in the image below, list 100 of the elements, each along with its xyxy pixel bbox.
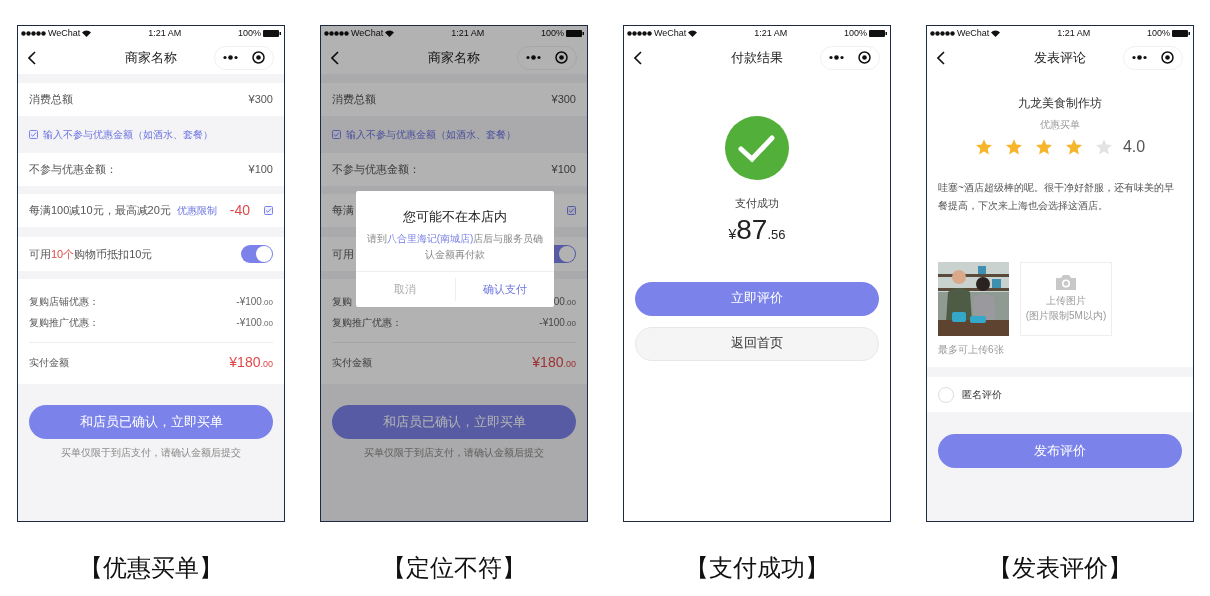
confirm-button[interactable]: 确认支付 — [455, 271, 554, 307]
back-icon[interactable] — [937, 50, 945, 65]
upload-label: 上传图片 — [1046, 294, 1086, 308]
row-value: ¥100 — [248, 162, 273, 178]
more-icon[interactable] — [829, 55, 844, 60]
pay-amount: ¥180.00 — [532, 352, 576, 372]
order-type: 优惠买单 — [1040, 118, 1080, 132]
store-name: 九龙美食制作坊 — [1018, 95, 1102, 112]
battery-text: 100% — [1146, 26, 1170, 40]
star-icon[interactable] — [974, 138, 993, 156]
deduction-label: 复购店铺优惠： — [29, 295, 99, 309]
back-icon[interactable] — [634, 50, 642, 65]
upload-box[interactable]: 上传图片 (图片限制5M以内) — [1020, 262, 1112, 336]
currency-sign: ¥ — [728, 225, 737, 244]
discount-rule: 每满 — [332, 203, 354, 219]
option-label: 输入不参与优惠金额（如酒水、套餐） — [346, 128, 516, 142]
carrier-text: WeChat — [351, 26, 384, 40]
time-text: 1:21 AM — [451, 26, 485, 40]
pay-label: 实付金额 — [332, 355, 372, 370]
page-title: 付款结果 — [731, 48, 783, 67]
option-label: 输入不参与优惠金额（如酒水、套餐） — [43, 128, 213, 142]
note-text: 买单仅限于到店支付，请确认金额后提交 — [60, 446, 242, 460]
battery-icon — [869, 30, 887, 37]
wifi-icon — [82, 30, 92, 37]
screen-caption: 【优惠买单】 — [79, 553, 223, 583]
paid-amount: 87 — [736, 212, 768, 247]
row-value: ¥100 — [551, 162, 576, 178]
star-icon[interactable] — [1094, 138, 1113, 156]
row-label: 消费总额 — [29, 92, 73, 108]
star-icon[interactable] — [1004, 138, 1023, 156]
more-icon[interactable] — [526, 55, 541, 60]
deduction-value: -¥100.00 — [236, 316, 273, 330]
row-value: ¥300 — [248, 92, 273, 108]
target-icon[interactable] — [252, 51, 265, 64]
wifi-icon — [688, 30, 698, 37]
radio-button[interactable] — [938, 386, 954, 403]
confirm-pay-button[interactable]: 和店员已确认，立即买单 — [29, 405, 273, 439]
signal-icon — [627, 31, 652, 36]
limit-link[interactable]: 优惠限制 — [176, 203, 217, 218]
page-title: 商家名称 — [428, 48, 480, 67]
dialog-message: 请到八合里海记(南城店)店后与服务员确认金额再付款 — [365, 231, 545, 262]
target-icon[interactable] — [1161, 51, 1174, 64]
back-icon[interactable] — [28, 50, 36, 65]
page-title: 发表评论 — [1034, 48, 1086, 67]
carrier-text: WeChat — [654, 26, 687, 40]
page-title: 商家名称 — [125, 48, 177, 67]
dialog-title: 您可能不在本店内 — [402, 208, 508, 226]
rating-score: 4.0 — [1122, 137, 1146, 157]
anonymous-label: 匿名评价 — [962, 388, 1002, 402]
screen-caption: 【定位不符】 — [382, 553, 526, 583]
star-icon[interactable] — [1064, 138, 1083, 156]
wifi-icon — [385, 30, 395, 37]
more-icon[interactable] — [223, 55, 238, 60]
target-icon[interactable] — [555, 51, 568, 64]
battery-text: 100% — [237, 26, 261, 40]
toggle-switch[interactable] — [241, 245, 273, 263]
discount-amount: -40 — [229, 201, 250, 220]
screen-caption: 【支付成功】 — [685, 553, 829, 583]
carrier-text: WeChat — [48, 26, 81, 40]
review-button[interactable]: 立即评价 — [635, 281, 879, 316]
publish-button[interactable]: 发布评价 — [938, 434, 1182, 468]
star-icon[interactable] — [1034, 138, 1053, 156]
signal-icon — [324, 31, 349, 36]
status-text: 支付成功 — [735, 196, 779, 211]
deduction-value: 00.00 — [553, 295, 576, 309]
confirm-pay-button[interactable]: 和店员已确认，立即买单 — [332, 405, 576, 439]
row-label: 消费总额 — [332, 92, 376, 108]
deduction-label: 复购推广优惠： — [332, 316, 402, 330]
home-button[interactable]: 返回首页 — [635, 326, 879, 361]
target-icon[interactable] — [858, 51, 871, 64]
note-text: 买单仅限于到店支付，请确认金额后提交 — [363, 446, 545, 460]
screen-caption: 【发表评价】 — [988, 553, 1132, 583]
more-icon[interactable] — [1132, 55, 1147, 60]
row-label: 不参与优惠金额： — [332, 162, 420, 178]
time-text: 1:21 AM — [148, 26, 182, 40]
checkbox[interactable] — [332, 130, 341, 139]
deduction-value: -¥100.00 — [539, 316, 576, 330]
deduction-label: 复购 — [332, 295, 352, 309]
battery-text: 100% — [843, 26, 867, 40]
discount-rule: 每满100减10元，最高减20元 — [29, 203, 171, 219]
carrier-text: WeChat — [957, 26, 990, 40]
back-icon[interactable] — [331, 50, 339, 65]
cancel-button[interactable]: 取消 — [356, 271, 455, 307]
paid-cents: .56 — [767, 225, 786, 244]
deduction-value: -¥100.00 — [236, 295, 273, 309]
upload-hint: (图片限制5M以内) — [1025, 309, 1107, 323]
checkbox[interactable] — [264, 206, 273, 215]
signal-icon — [930, 31, 955, 36]
checkbox[interactable] — [567, 206, 576, 215]
row-label: 不参与优惠金额： — [29, 162, 117, 178]
battery-icon — [566, 30, 584, 37]
battery-text: 100% — [540, 26, 564, 40]
signal-icon — [21, 31, 46, 36]
coins-text: 可用10个购物币抵扣10元 — [29, 246, 153, 262]
battery-icon — [263, 30, 281, 37]
review-text: 哇塞~酒店超级棒的呢。很干净好舒服，还有味美的早餐提高，下次来上海也会选择这酒店。 — [938, 181, 1175, 213]
checkbox[interactable] — [29, 130, 38, 139]
pay-amount: ¥180.00 — [229, 352, 273, 372]
row-value: ¥300 — [551, 92, 576, 108]
success-check-icon — [725, 116, 789, 180]
